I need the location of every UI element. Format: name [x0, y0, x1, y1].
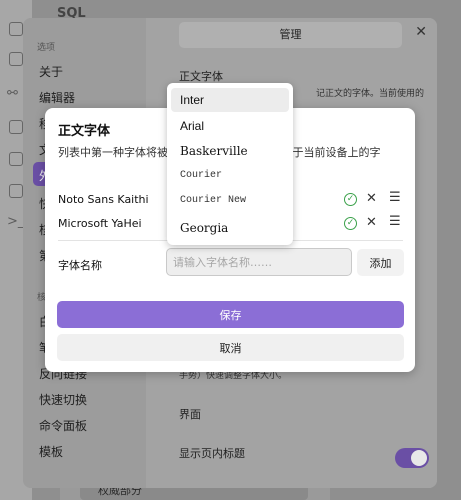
check-circle-icon: ✓ — [344, 193, 357, 206]
drag-handle-icon[interactable]: ☰ — [389, 190, 401, 205]
save-button[interactable]: 保存 — [57, 301, 404, 328]
remove-icon[interactable]: ✕ — [366, 191, 377, 206]
files-icon[interactable] — [9, 22, 23, 36]
close-icon[interactable]: ✕ — [415, 24, 427, 40]
nav-plugin-command-palette[interactable]: 命令面板 — [33, 412, 141, 436]
nav-plugin-templates[interactable]: 模板 — [33, 438, 141, 462]
font-suggestion-dropdown: Inter Arial Baskerville Courier Courier … — [167, 83, 293, 245]
font-name: Microsoft YaHei — [58, 217, 142, 230]
remove-icon[interactable]: ✕ — [366, 215, 377, 230]
section-interface: 界面 — [179, 408, 201, 421]
font-name: Noto Sans Kaithi — [58, 193, 149, 206]
font-option-courier-new[interactable]: Courier New — [171, 190, 289, 214]
terminal-icon[interactable]: >_ — [7, 214, 24, 229]
check-circle-icon: ✓ — [344, 217, 357, 230]
font-option-arial[interactable]: Arial — [171, 114, 289, 138]
font-name-label: 字体名称 — [58, 259, 102, 272]
section-font-title: 正文字体 — [179, 70, 223, 83]
nav-item-editor[interactable]: 编辑器 — [33, 84, 141, 108]
section-font-desc: 记正文的字体。当前使用的 — [316, 89, 425, 99]
modal-title: 正文字体 — [58, 124, 111, 139]
graph-icon[interactable]: ⚯ — [7, 86, 18, 101]
nav-section-options: 选项 — [37, 43, 56, 53]
canvas-icon[interactable] — [9, 120, 23, 134]
font-option-baskerville[interactable]: Baskerville — [171, 139, 289, 163]
font-option-courier[interactable]: Courier — [171, 165, 289, 189]
page-icon[interactable] — [9, 184, 23, 198]
show-inline-title-toggle[interactable] — [395, 448, 429, 468]
drag-handle-icon[interactable]: ☰ — [389, 214, 401, 229]
nav-plugin-quick-switch[interactable]: 快速切换 — [33, 386, 141, 410]
font-option-inter[interactable]: Inter — [171, 88, 289, 112]
search-icon[interactable] — [9, 52, 23, 66]
manage-button[interactable]: 管理 — [179, 22, 402, 48]
show-inline-title-label: 显示页内标题 — [179, 447, 245, 460]
add-button[interactable]: 添加 — [357, 249, 404, 276]
cancel-button[interactable]: 取消 — [57, 334, 404, 361]
nav-item-about[interactable]: 关于 — [33, 58, 141, 82]
font-option-georgia[interactable]: Georgia — [171, 216, 289, 240]
font-name-input[interactable] — [166, 248, 352, 276]
calendar-icon[interactable] — [9, 152, 23, 166]
